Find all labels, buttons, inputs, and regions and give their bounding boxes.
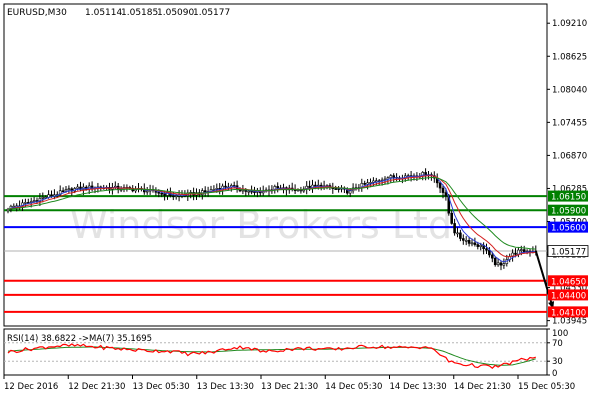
candle-body xyxy=(174,195,178,197)
header-close: 1.05177 xyxy=(193,8,230,18)
rsi-tick-70: 70 xyxy=(552,339,563,349)
candle-body xyxy=(441,187,445,193)
current-price-label: 1.05177 xyxy=(551,248,586,258)
price-tick-1.08625: 1.08625 xyxy=(552,52,587,62)
price-tick-1.07455: 1.07455 xyxy=(552,118,587,128)
candle-body xyxy=(172,195,175,198)
candle-body xyxy=(502,263,506,266)
time-tick-15 Dec 05:30: 15 Dec 05:30 xyxy=(518,382,575,392)
candle-body xyxy=(473,242,477,245)
candle-body xyxy=(464,240,468,242)
candle-body xyxy=(450,212,454,224)
candle-body xyxy=(392,175,396,178)
candle-body xyxy=(372,180,375,183)
level-label-1.04650: 1.04650 xyxy=(551,277,586,287)
candle-body xyxy=(519,249,523,251)
candle-body xyxy=(514,252,517,255)
candle-body xyxy=(485,248,488,251)
candle-body xyxy=(461,238,465,241)
candle-body xyxy=(438,182,442,189)
candle-body xyxy=(276,186,280,189)
candle-body xyxy=(374,180,378,183)
level-labels: 1.06150 1.05900 1.05600 1.04650 1.04400 1.041… xyxy=(547,190,589,318)
candle-body xyxy=(157,191,161,194)
candle-body xyxy=(64,189,68,192)
candle-body xyxy=(453,223,456,234)
candle-body xyxy=(215,188,219,190)
candle-body xyxy=(24,202,27,204)
candle-body xyxy=(41,197,45,199)
candle-body xyxy=(459,232,462,239)
candle-body xyxy=(247,190,250,193)
candle-body xyxy=(61,190,65,193)
candle-body xyxy=(363,183,367,185)
price-tick-1.08040: 1.08040 xyxy=(552,85,587,95)
candle-body xyxy=(203,190,207,193)
time-tick-14 Dec 13:30: 14 Dec 13:30 xyxy=(390,382,447,392)
chart-canvas[interactable]: Windsor Brokers Ltd EURUSD,M30 1.05114 1… xyxy=(0,0,590,400)
time-tick-12 Dec 2016: 12 Dec 2016 xyxy=(4,382,58,392)
time-tick-13 Dec 13:30: 13 Dec 13:30 xyxy=(197,382,254,392)
time-tick-13 Dec 05:30: 13 Dec 05:30 xyxy=(133,382,190,392)
rsi-tick-0: 0 xyxy=(552,369,557,379)
candle-body xyxy=(314,184,317,187)
candle-body xyxy=(145,190,149,193)
level-label-1.04100: 1.04100 xyxy=(551,308,586,318)
candle-body xyxy=(334,188,338,190)
candle-body xyxy=(496,262,500,266)
time-tick-13 Dec 21:30: 13 Dec 21:30 xyxy=(261,382,318,392)
candle-body xyxy=(67,188,71,191)
candle-body xyxy=(224,185,227,188)
candle-body xyxy=(493,257,497,266)
candle-body xyxy=(467,240,471,244)
rsi-tick-100: 100 xyxy=(552,329,568,339)
header-high: 1.05185 xyxy=(121,8,158,18)
candle-body xyxy=(444,192,448,197)
candle-body xyxy=(366,182,369,185)
candle-body xyxy=(32,200,36,202)
candle-body xyxy=(348,190,352,194)
price-tick-1.09210: 1.09210 xyxy=(552,19,587,29)
candle-body xyxy=(456,232,459,235)
time-tick-14 Dec 21:30: 14 Dec 21:30 xyxy=(454,382,511,392)
level-label-1.04400: 1.04400 xyxy=(551,291,586,301)
candle-body xyxy=(479,244,483,247)
header-open: 1.05114 xyxy=(85,8,122,18)
candle-body xyxy=(160,192,163,195)
candle-body xyxy=(499,262,503,266)
candle-body xyxy=(389,175,393,179)
price-tick-1.06870: 1.06870 xyxy=(552,151,587,161)
candle-body xyxy=(50,194,53,197)
trading-chart[interactable]: Windsor Brokers Ltd EURUSD,M30 1.05114 1… xyxy=(0,0,590,400)
header-symbol: EURUSD,M30 xyxy=(7,8,67,18)
candle-body xyxy=(476,244,480,247)
level-label-1.06150: 1.06150 xyxy=(551,193,586,203)
candle-body xyxy=(337,188,340,190)
level-label-1.05600: 1.05600 xyxy=(551,224,586,234)
rsi-tick-30: 30 xyxy=(552,357,563,367)
candle-body xyxy=(253,191,256,193)
chart-header: EURUSD,M30 1.05114 1.05185 1.05090 1.051… xyxy=(7,8,230,18)
header-low: 1.05090 xyxy=(157,8,194,18)
candle-body xyxy=(522,249,526,253)
candle-body xyxy=(76,186,79,189)
level-label-1.05900: 1.05900 xyxy=(551,207,586,217)
candle-body xyxy=(490,254,494,259)
time-tick-12 Dec 21:30: 12 Dec 21:30 xyxy=(68,382,125,392)
candle-body xyxy=(470,242,474,245)
time-tick-14 Dec 05:30: 14 Dec 05:30 xyxy=(325,382,382,392)
